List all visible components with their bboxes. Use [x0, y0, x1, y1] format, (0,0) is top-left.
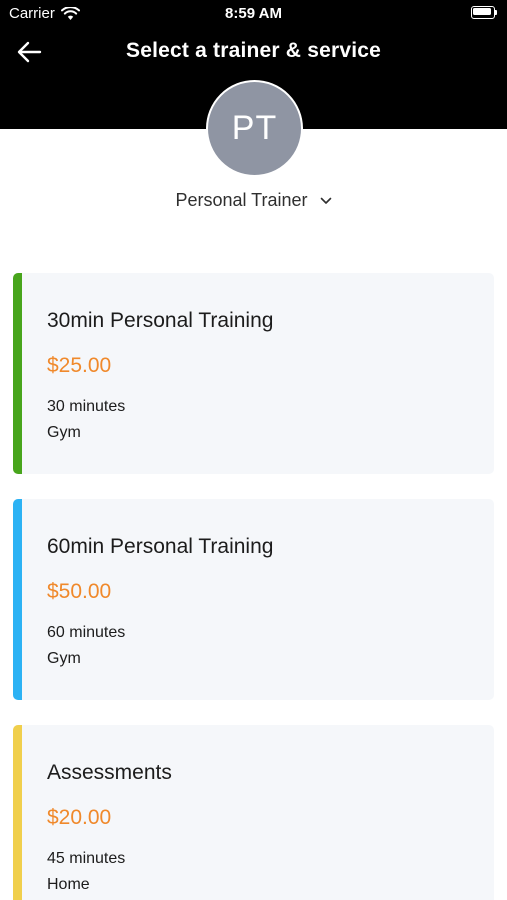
service-duration: 45 minutes: [47, 850, 126, 867]
battery-fill: [473, 8, 491, 15]
trainer-dropdown[interactable]: Personal Trainer: [0, 190, 507, 211]
service-card-assessments[interactable]: Assessments $20.00 45 minutes Home: [13, 725, 494, 900]
avatar-initials: PT: [231, 109, 278, 147]
status-time: 8:59 AM: [225, 5, 282, 22]
trainer-name: Personal Trainer: [175, 190, 308, 210]
avatar: PT: [206, 80, 303, 177]
back-button[interactable]: [14, 38, 44, 66]
card-accent-bar: [13, 273, 22, 474]
service-price: $25.00: [47, 354, 112, 377]
service-duration: 60 minutes: [47, 624, 126, 641]
service-location: Home: [47, 876, 90, 893]
status-bar: Carrier 8:59 AM: [0, 0, 507, 28]
service-location: Gym: [47, 650, 81, 667]
service-title: Assessments: [47, 761, 172, 784]
card-accent-bar: [13, 499, 22, 700]
navigation-bar: Select a trainer & service: [0, 28, 507, 76]
service-title: 60min Personal Training: [47, 535, 274, 558]
arrow-left-icon: [17, 41, 42, 63]
app-screen: Carrier 8:59 AM Select a trainer & servi…: [0, 0, 507, 900]
card-accent-bar: [13, 725, 22, 900]
service-location: Gym: [47, 424, 81, 441]
page-title: Select a trainer & service: [125, 39, 382, 62]
service-card-60min[interactable]: 60min Personal Training $50.00 60 minute…: [13, 499, 494, 700]
service-price: $20.00: [47, 806, 112, 829]
battery-icon: [471, 6, 497, 19]
service-card-30min[interactable]: 30min Personal Training $25.00 30 minute…: [13, 273, 494, 474]
chevron-down-icon: [320, 197, 332, 205]
service-price: $50.00: [47, 580, 112, 603]
service-title: 30min Personal Training: [47, 309, 274, 332]
battery-cap: [495, 10, 497, 15]
service-duration: 30 minutes: [47, 398, 126, 415]
